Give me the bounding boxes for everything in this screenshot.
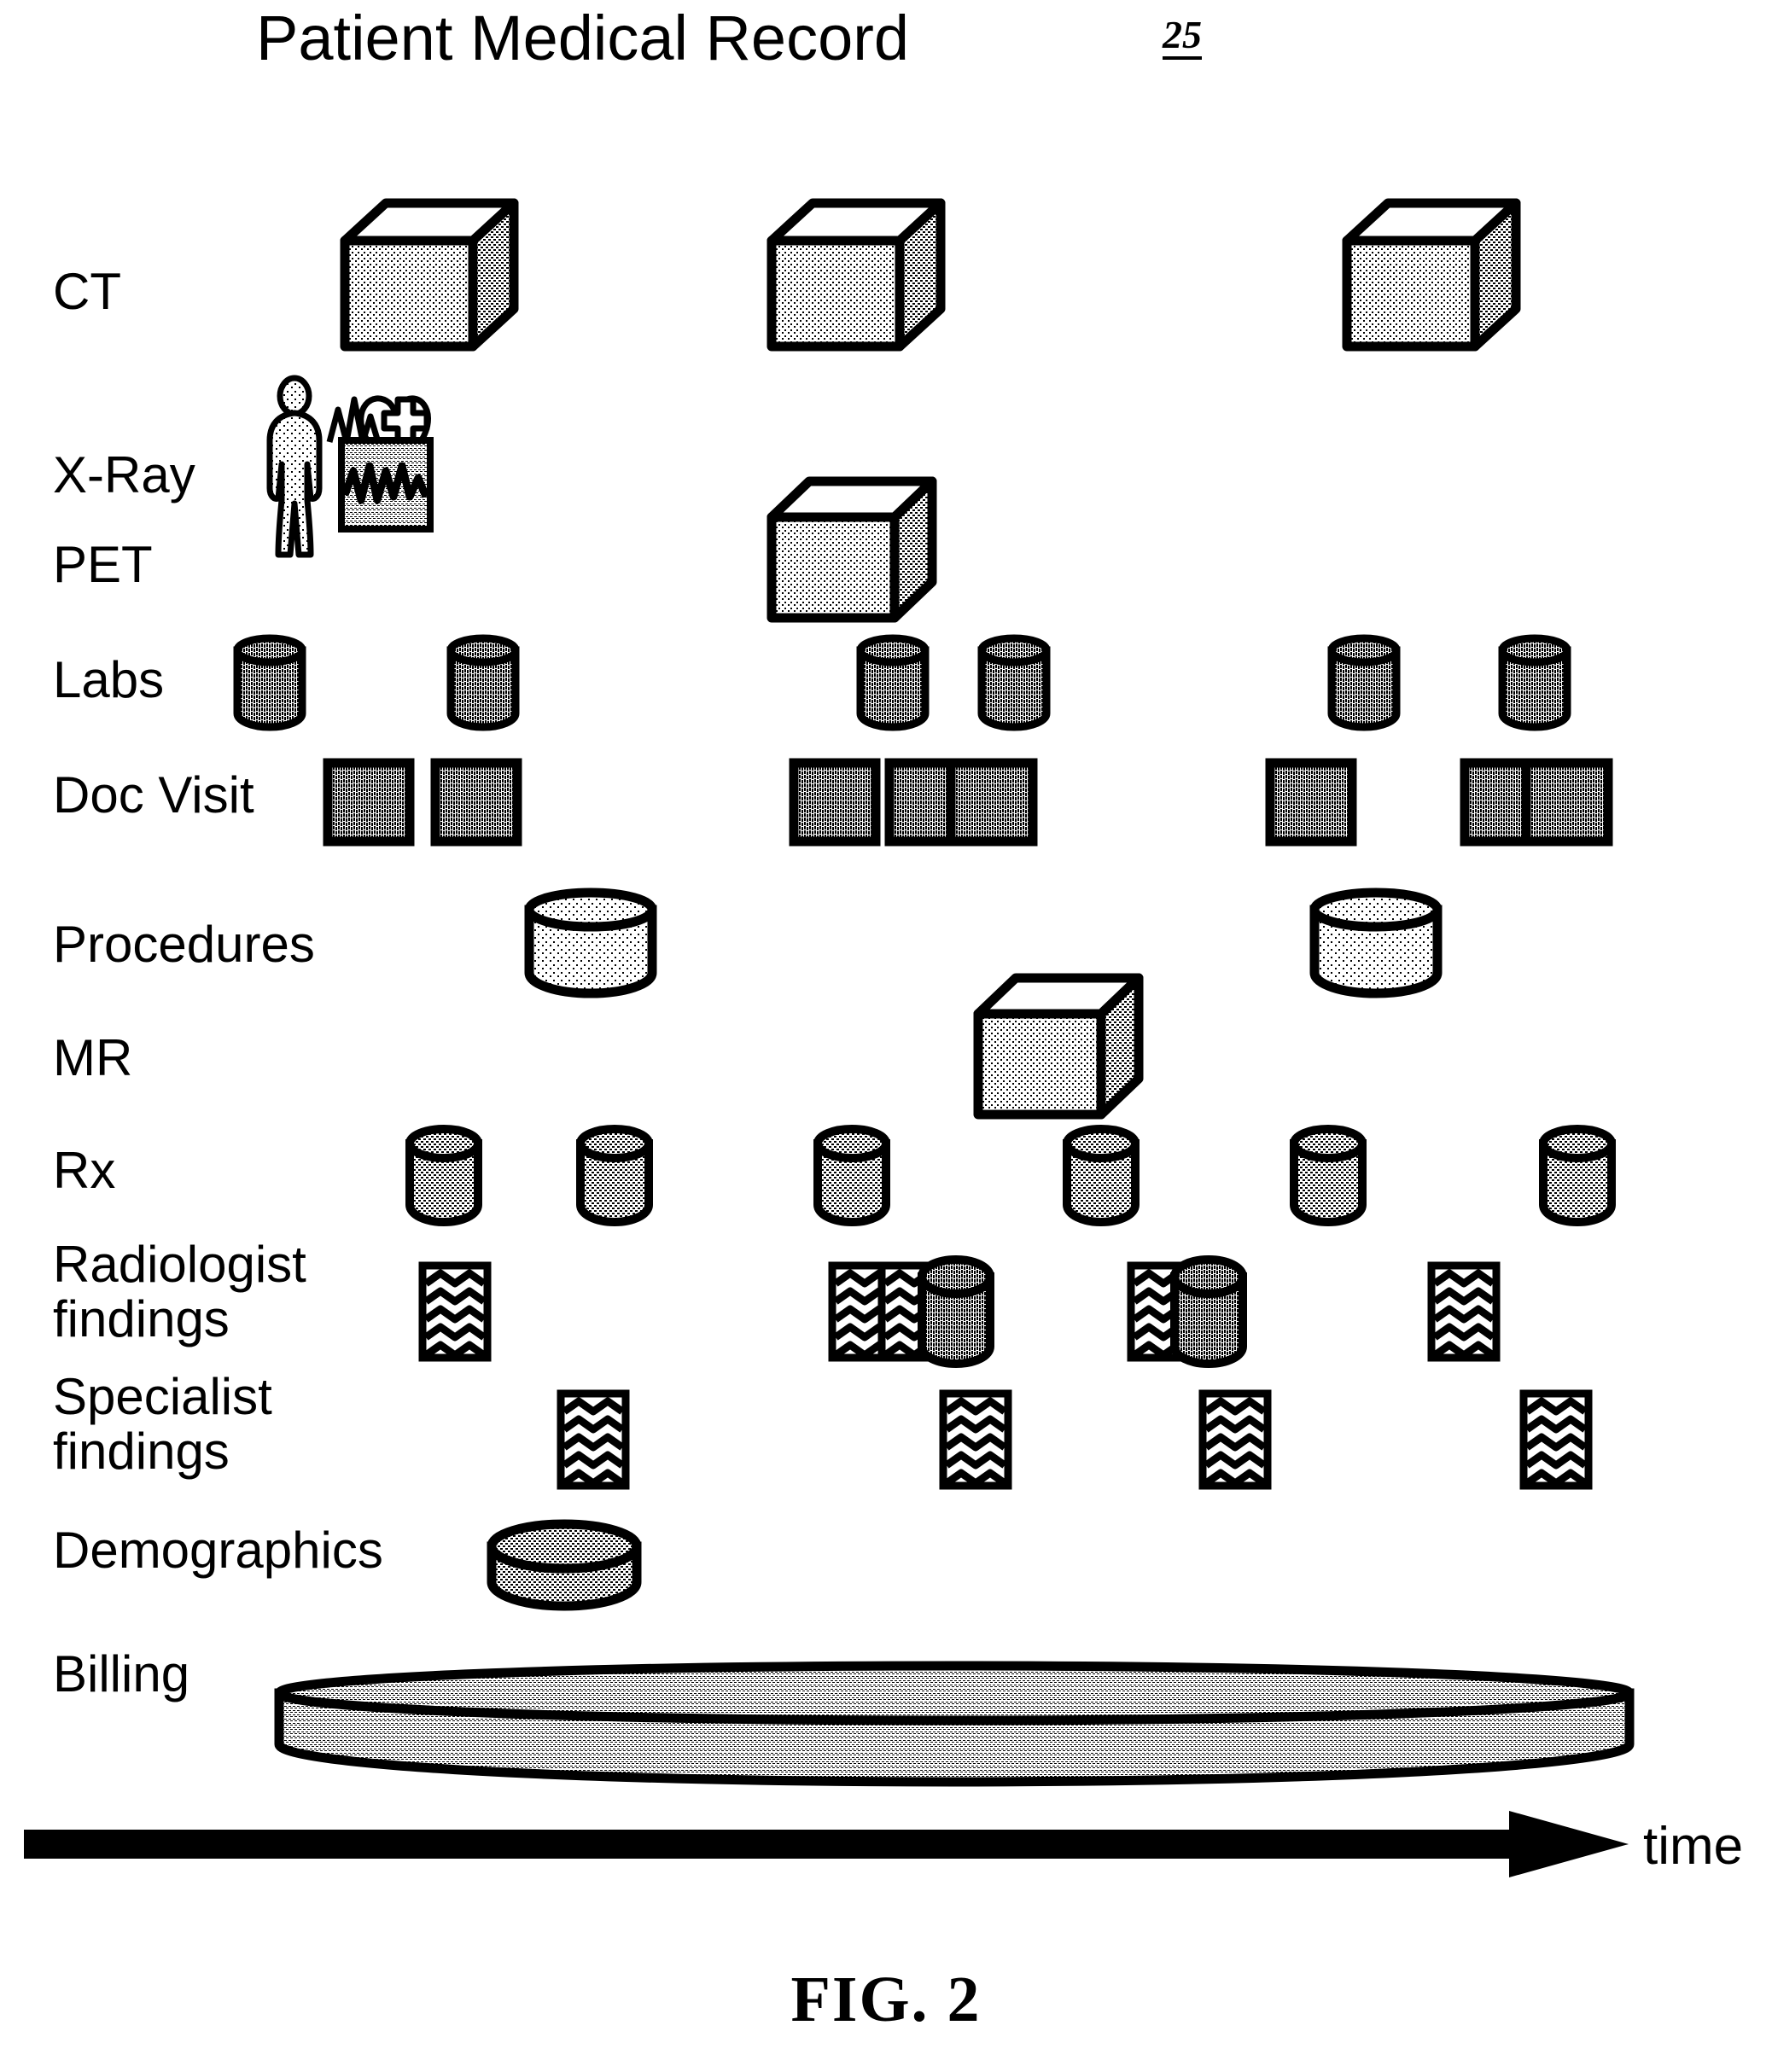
row-label-rx: Rx xyxy=(53,1142,116,1199)
row-label-ct: CT xyxy=(53,263,121,320)
labs-cylinder-5[interactable] xyxy=(1325,634,1403,731)
ct-cube-1[interactable] xyxy=(340,198,519,352)
labs-cylinder-4[interactable] xyxy=(975,634,1053,731)
mr-cube-1[interactable] xyxy=(973,973,1144,1120)
row-label-labs: Labs xyxy=(53,651,165,708)
time-axis-label: time xyxy=(1643,1817,1744,1876)
doc-visit-block-2[interactable] xyxy=(430,758,522,847)
specialist-document-3[interactable] xyxy=(1198,1389,1272,1490)
row-label-procedures: Procedures xyxy=(53,916,315,973)
row-label-xray: X-Ray xyxy=(53,446,195,503)
procedures-cylinder-1[interactable] xyxy=(522,888,659,998)
row-label-specialist: Specialist findings xyxy=(53,1368,272,1480)
row-label-radiologist: Radiologist findings xyxy=(53,1236,306,1347)
rx-cylinder-2[interactable] xyxy=(574,1123,656,1227)
ct-cube-2[interactable] xyxy=(767,198,946,352)
radiologist-document-1[interactable] xyxy=(418,1261,492,1362)
pet-cube-1[interactable] xyxy=(767,476,937,623)
procedures-cylinder-2[interactable] xyxy=(1308,888,1444,998)
row-label-pet: PET xyxy=(53,536,153,593)
specialist-document-4[interactable] xyxy=(1519,1389,1593,1490)
page-title: Patient Medical Record xyxy=(256,3,910,73)
doc-visit-block-6[interactable] xyxy=(1265,758,1357,847)
billing-disk[interactable] xyxy=(271,1659,1637,1787)
reference-numeral: 25 xyxy=(1163,13,1202,56)
labs-cylinder-1[interactable] xyxy=(230,634,309,731)
doc-visit-block-8[interactable] xyxy=(1521,758,1613,847)
row-label-billing: Billing xyxy=(53,1645,190,1702)
row-label-demographics: Demographics xyxy=(53,1522,383,1579)
doc-visit-block-5[interactable] xyxy=(946,758,1038,847)
demographics-cylinder[interactable] xyxy=(485,1517,644,1616)
specialist-document-2[interactable] xyxy=(939,1389,1012,1490)
patient-monitor-icon[interactable] xyxy=(256,375,435,559)
radiologist-cylinder-1[interactable] xyxy=(915,1253,997,1369)
radiologist-document-5[interactable] xyxy=(1427,1261,1501,1362)
radiologist-cylinder-2[interactable] xyxy=(1168,1253,1250,1369)
rx-cylinder-1[interactable] xyxy=(403,1123,485,1227)
doc-visit-block-3[interactable] xyxy=(789,758,881,847)
labs-cylinder-3[interactable] xyxy=(854,634,932,731)
ct-cube-3[interactable] xyxy=(1342,198,1521,352)
labs-cylinder-2[interactable] xyxy=(444,634,522,731)
labs-cylinder-6[interactable] xyxy=(1495,634,1574,731)
patent-figure-page: Patient Medical Record 25 CT X-Ray PET L… xyxy=(0,0,1772,2072)
rx-cylinder-5[interactable] xyxy=(1287,1123,1369,1227)
title-row: Patient Medical Record 25 xyxy=(0,0,1772,94)
row-label-doc-visit: Doc Visit xyxy=(53,766,254,824)
doc-visit-block-1[interactable] xyxy=(323,758,415,847)
rx-cylinder-3[interactable] xyxy=(811,1123,893,1227)
time-arrow-icon xyxy=(24,1807,1629,1893)
rx-cylinder-6[interactable] xyxy=(1536,1123,1618,1227)
specialist-document-1[interactable] xyxy=(557,1389,630,1490)
row-label-mr: MR xyxy=(53,1029,133,1086)
figure-caption: FIG. 2 xyxy=(790,1964,982,2035)
rx-cylinder-4[interactable] xyxy=(1060,1123,1142,1227)
